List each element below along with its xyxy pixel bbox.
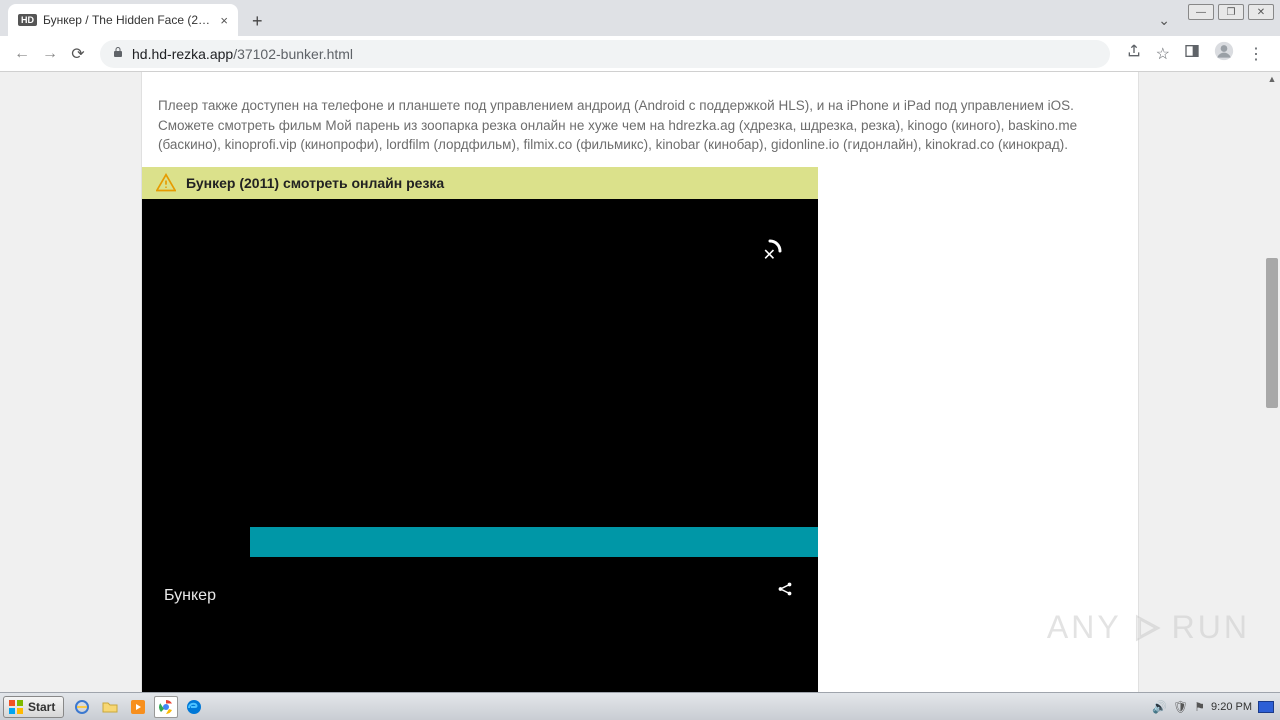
url-path: /37102-bunker.html xyxy=(233,46,353,62)
start-label: Start xyxy=(28,700,55,714)
menu-icon[interactable]: ⋮ xyxy=(1248,44,1264,64)
back-button[interactable]: ← xyxy=(8,40,36,68)
watermark-right: RUN xyxy=(1172,609,1250,646)
system-tray: 🔊 🛡 ⚑ 9:20 PM xyxy=(1152,700,1280,714)
side-panel-icon[interactable] xyxy=(1184,43,1200,64)
show-desktop-icon[interactable] xyxy=(1258,701,1274,713)
chevron-down-icon[interactable]: ⌄ xyxy=(1158,12,1170,29)
warning-icon xyxy=(156,173,176,193)
toolbar-actions: ☆ ⋮ xyxy=(1118,41,1272,66)
media-player-icon[interactable] xyxy=(126,696,150,718)
close-icon[interactable]: × xyxy=(220,13,228,28)
page-scrollbar[interactable]: ▲ xyxy=(1264,72,1280,692)
ie-icon[interactable] xyxy=(70,696,94,718)
start-button[interactable]: Start xyxy=(3,696,64,718)
address-bar[interactable]: hd.hd-rezka.app/37102-bunker.html xyxy=(100,40,1110,68)
taskbar-apps xyxy=(70,696,206,718)
scroll-thumb[interactable] xyxy=(1266,258,1278,408)
taskbar: Start 🔊 🛡 ⚑ 9:20 PM xyxy=(0,692,1280,720)
notice-bar: Бункер (2011) смотреть онлайн резка xyxy=(142,167,818,199)
watermark: ANY RUN xyxy=(1047,609,1250,646)
clock[interactable]: 9:20 PM xyxy=(1211,701,1252,713)
url-host: hd.hd-rezka.app xyxy=(132,46,233,62)
content-container: Плеер также доступен на телефоне и планш… xyxy=(141,72,1139,692)
description-text: Плеер также доступен на телефоне и планш… xyxy=(142,96,1138,155)
share-icon[interactable] xyxy=(776,580,794,603)
tab-favicon: HD xyxy=(18,14,37,26)
video-player[interactable]: ✕ Бункер xyxy=(142,199,818,692)
window-controls: — ❐ ✕ xyxy=(1188,4,1274,20)
minimize-button[interactable]: — xyxy=(1188,4,1214,20)
progress-bar[interactable] xyxy=(250,527,818,557)
share-page-icon[interactable] xyxy=(1126,43,1142,64)
chrome-icon[interactable] xyxy=(154,696,178,718)
play-outline-icon xyxy=(1130,611,1164,645)
maximize-button[interactable]: ❐ xyxy=(1218,4,1244,20)
player-title: Бункер xyxy=(164,587,216,605)
explorer-icon[interactable] xyxy=(98,696,122,718)
scroll-up-icon[interactable]: ▲ xyxy=(1266,74,1278,84)
browser-toolbar: ← → ⟳ hd.hd-rezka.app/37102-bunker.html … xyxy=(0,36,1280,72)
watermark-left: ANY xyxy=(1047,609,1122,646)
volume-icon[interactable]: 🔊 xyxy=(1152,700,1167,714)
forward-button[interactable]: → xyxy=(36,40,64,68)
reload-button[interactable]: ⟳ xyxy=(64,40,92,68)
flag-icon[interactable]: ⚑ xyxy=(1194,700,1205,714)
loading-spinner-icon xyxy=(758,239,782,263)
lock-icon xyxy=(112,46,124,61)
tab-strip: HD Бункер / The Hidden Face (2011) - С ×… xyxy=(0,0,1280,36)
notice-text: Бункер (2011) смотреть онлайн резка xyxy=(186,175,444,191)
tab-title: Бункер / The Hidden Face (2011) - С xyxy=(43,13,214,27)
bookmark-icon[interactable]: ☆ xyxy=(1156,44,1170,64)
windows-logo-icon xyxy=(8,699,24,715)
close-window-button[interactable]: ✕ xyxy=(1248,4,1274,20)
page-viewport: Плеер также доступен на телефоне и планш… xyxy=(0,72,1280,692)
browser-tab[interactable]: HD Бункер / The Hidden Face (2011) - С × xyxy=(8,4,238,36)
security-icon[interactable]: 🛡 xyxy=(1173,700,1188,714)
edge-icon[interactable] xyxy=(182,696,206,718)
new-tab-button[interactable]: + xyxy=(248,7,267,36)
browser-chrome: HD Бункер / The Hidden Face (2011) - С ×… xyxy=(0,0,1280,72)
profile-icon[interactable] xyxy=(1214,41,1234,66)
